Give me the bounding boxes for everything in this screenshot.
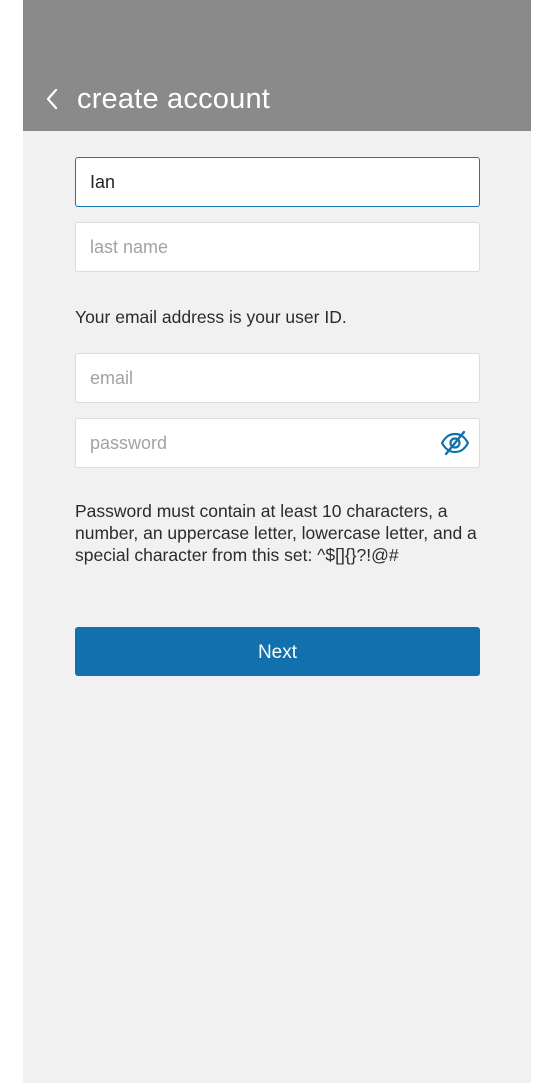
first-name-field[interactable] bbox=[75, 157, 480, 207]
last-name-input[interactable] bbox=[76, 223, 479, 271]
app-screen: create account Your email address is you… bbox=[23, 0, 531, 1083]
last-name-field[interactable] bbox=[75, 222, 480, 272]
toggle-password-visibility-button[interactable] bbox=[439, 428, 471, 458]
email-note: Your email address is your user ID. bbox=[75, 307, 347, 327]
next-button[interactable]: Next bbox=[75, 627, 480, 676]
eye-slash-icon bbox=[440, 430, 470, 456]
password-requirements: Password must contain at least 10 charac… bbox=[75, 501, 477, 565]
chevron-left-icon bbox=[46, 88, 58, 110]
email-field[interactable] bbox=[75, 353, 480, 403]
password-field[interactable] bbox=[75, 418, 480, 468]
email-input[interactable] bbox=[76, 354, 479, 402]
app-bar: create account bbox=[23, 0, 531, 131]
password-input[interactable] bbox=[76, 419, 479, 467]
first-name-input[interactable] bbox=[76, 158, 479, 206]
back-button[interactable] bbox=[37, 82, 67, 116]
page-title: create account bbox=[77, 83, 271, 115]
